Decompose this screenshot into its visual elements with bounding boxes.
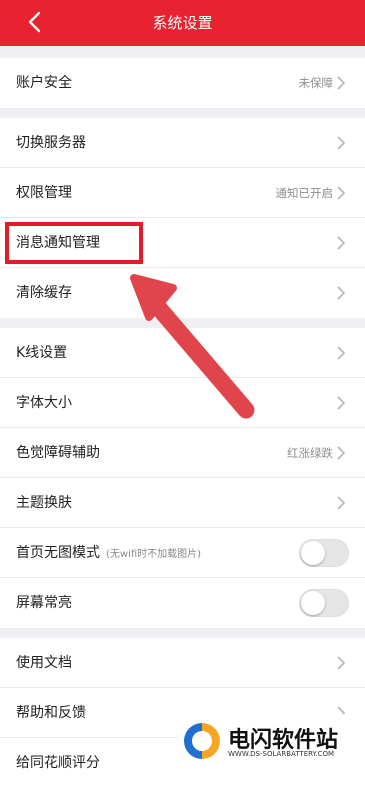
row-label: 使用文档 xyxy=(16,655,72,671)
row-label: 主题换肤 xyxy=(16,495,72,511)
row-label: K线设置 xyxy=(16,345,68,361)
row-label: 屏幕常亮 xyxy=(16,595,72,611)
screen-always-on-toggle[interactable] xyxy=(299,589,349,617)
highlight-box xyxy=(5,222,143,264)
row-label: 给同花顺评分 xyxy=(16,755,100,771)
general-group: 切换服务器 权限管理 通知已开启 消息通知管理 清除缓存 xyxy=(0,118,365,318)
chevron-right-icon xyxy=(337,186,346,200)
row-clear-cache[interactable]: 清除缓存 xyxy=(0,268,365,318)
account-group: 账户安全 未保障 xyxy=(0,58,365,108)
row-sublabel: (无wifi时不加载图片) xyxy=(106,549,202,560)
chevron-right-icon xyxy=(337,136,346,150)
row-label: 字体大小 xyxy=(16,395,72,411)
row-no-image-mode: 首页无图模式 (无wifi时不加载图片) xyxy=(0,528,365,578)
watermark-url: WWW.DS-SOLARBATTERY.COM xyxy=(228,750,335,758)
row-value: 通知已开启 xyxy=(275,186,334,200)
row-kline-settings[interactable]: K线设置 xyxy=(0,328,365,378)
row-theme-skin[interactable]: 主题换肤 xyxy=(0,478,365,528)
chevron-right-icon xyxy=(337,286,346,300)
chevron-right-icon xyxy=(337,346,346,360)
chevron-right-icon xyxy=(337,236,346,250)
page-title: 系统设置 xyxy=(152,14,213,32)
watermark-logo-icon xyxy=(184,723,220,759)
row-screen-always-on: 屏幕常亮 xyxy=(0,578,365,628)
chevron-right-icon xyxy=(337,496,346,510)
row-permission-management[interactable]: 权限管理 通知已开启 xyxy=(0,168,365,218)
row-user-docs[interactable]: 使用文档 xyxy=(0,638,365,688)
chevron-right-icon xyxy=(337,656,346,670)
watermark: 电闪软件站 WWW.DS-SOLARBATTERY.COM xyxy=(178,714,365,768)
chevron-right-icon xyxy=(337,446,346,460)
no-image-mode-toggle[interactable] xyxy=(299,539,349,567)
row-color-blind-assist[interactable]: 色觉障碍辅助 红涨绿跌 xyxy=(0,428,365,478)
toggle-knob xyxy=(301,541,325,565)
chevron-right-icon xyxy=(337,396,346,410)
chevron-right-icon xyxy=(337,76,346,90)
row-label: 色觉障碍辅助 xyxy=(16,445,100,461)
row-label: 帮助和反馈 xyxy=(16,705,86,721)
app-header: 系统设置 xyxy=(0,0,365,46)
row-label: 账户安全 xyxy=(16,75,72,91)
row-label: 清除缓存 xyxy=(16,285,72,301)
row-value: 未保障 xyxy=(298,76,334,90)
row-label: 权限管理 xyxy=(16,185,72,201)
toggle-knob xyxy=(301,591,325,615)
row-switch-server[interactable]: 切换服务器 xyxy=(0,118,365,168)
row-account-security[interactable]: 账户安全 未保障 xyxy=(0,58,365,108)
row-label: 首页无图模式 xyxy=(16,545,100,561)
display-group: K线设置 字体大小 色觉障碍辅助 红涨绿跌 主题换肤 首页无图模式 (无wifi时… xyxy=(0,328,365,628)
row-label: 切换服务器 xyxy=(16,135,86,151)
row-value: 红涨绿跌 xyxy=(287,446,333,460)
row-font-size[interactable]: 字体大小 xyxy=(0,378,365,428)
